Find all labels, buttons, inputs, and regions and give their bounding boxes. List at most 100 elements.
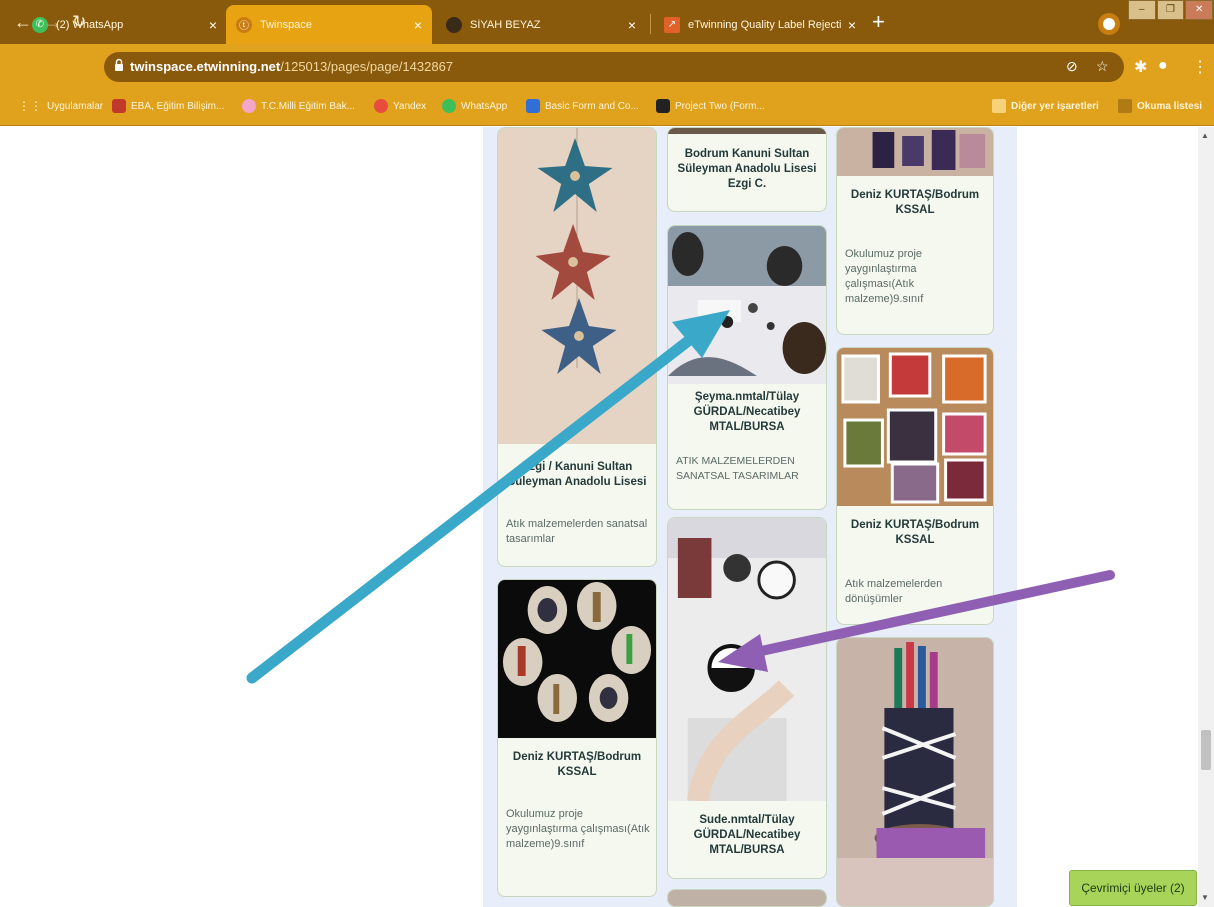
chrome-profile-icon[interactable] — [1098, 13, 1120, 35]
close-icon[interactable]: × — [414, 17, 422, 33]
maximize-icon[interactable]: ❐ — [1156, 0, 1185, 20]
close-icon[interactable]: × — [209, 17, 217, 33]
url-host: twinspace.etwinning.net — [130, 59, 281, 74]
window-controls: – ❐ ✕ — [1128, 0, 1214, 22]
card-image — [668, 226, 826, 384]
bookmark-yandex[interactable]: Yandex — [374, 99, 426, 113]
extensions-icon[interactable]: ✱ — [1134, 57, 1147, 77]
card-image — [837, 128, 993, 176]
apps-grid-icon: ⋮⋮ — [18, 99, 42, 113]
bookmark-whatsapp[interactable]: WhatsApp — [442, 99, 507, 113]
window-close-icon[interactable]: ✕ — [1185, 0, 1214, 20]
yandex-icon — [374, 99, 388, 113]
person-icon — [446, 16, 462, 33]
card-description: Okulumuz proje yaygınlaştırma çalışması(… — [845, 248, 924, 305]
bookmark-other[interactable]: Diğer yer işaretleri — [992, 99, 1099, 113]
close-icon[interactable]: × — [628, 17, 636, 33]
card-deniz-1[interactable]: Deniz KURTAŞ/Bodrum KSSAL Okulumuz proje… — [836, 127, 994, 335]
menu-icon[interactable]: ⋮ — [1192, 57, 1208, 77]
bookmark-label: Okuma listesi — [1137, 100, 1203, 112]
card-title: Deniz KURTAŞ/Bodrum KSSAL — [512, 751, 642, 778]
scroll-up-icon[interactable]: ▲ — [1201, 131, 1209, 140]
students-drawing-photo — [668, 226, 826, 384]
card-image — [498, 128, 656, 444]
card-image — [668, 518, 826, 801]
bookmark-label: Uygulamalar — [47, 100, 104, 112]
twinspace-icon: ⓣ — [236, 16, 252, 33]
chart-icon: ↗ — [664, 16, 680, 33]
minimize-icon[interactable]: – — [1128, 0, 1156, 20]
bookmark-reading-list[interactable]: Okuma listesi — [1118, 99, 1202, 113]
card-sude[interactable]: Sude.nmtal/Tülay GÜRDAL/Necatibey MTAL/B… — [667, 517, 827, 879]
bookmark-label: Project Two (Form... — [675, 100, 765, 112]
video-icon — [656, 99, 670, 113]
card-image — [498, 580, 656, 738]
vertical-scrollbar[interactable] — [1198, 127, 1214, 907]
new-tab-button[interactable]: + — [872, 11, 885, 33]
back-icon[interactable]: ← — [14, 12, 32, 32]
tab-label: eTwinning Quality Label Rejecti — [688, 18, 842, 31]
bookmark-label: T.C.Milli Eğitim Bak... — [261, 100, 355, 112]
card-deniz-2[interactable]: Deniz KURTAŞ/Bodrum KSSAL Atık malzemele… — [836, 347, 994, 625]
card-description: Atık malzemelerden dönüşümler — [845, 578, 943, 605]
card-ezgi[interactable]: Bodrum Kanuni Sultan Süleyman Anadolu Li… — [667, 127, 827, 212]
eba-icon — [112, 99, 126, 113]
tab-siyah-beyaz[interactable]: SİYAH BEYAZ × — [436, 5, 646, 44]
scroll-down-icon[interactable]: ▼ — [1201, 893, 1209, 902]
online-members-button[interactable]: Çevrimiçi üyeler (2) — [1069, 870, 1197, 906]
url-path: /125013/pages/page/1432867 — [280, 59, 454, 74]
reload-icon[interactable]: ↻ — [72, 12, 86, 32]
form-icon — [526, 99, 540, 113]
bookmark-apps[interactable]: ⋮⋮ Uygulamalar — [18, 99, 103, 113]
card-partial[interactable] — [667, 889, 827, 907]
card-pine-cones[interactable]: Deniz KURTAŞ/Bodrum KSSAL Okulumuz proje… — [497, 579, 657, 897]
tab-label: SİYAH BEYAZ — [470, 18, 541, 31]
tab-twinspace[interactable]: ⓣ Twinspace × — [226, 5, 432, 44]
bookmark-label: WhatsApp — [461, 100, 508, 112]
whatsapp-icon — [442, 99, 456, 113]
card-image — [668, 128, 826, 134]
tab-etwinning-quality[interactable]: ↗ eTwinning Quality Label Rejecti × — [654, 5, 866, 44]
scrollbar-thumb[interactable] — [1201, 730, 1211, 770]
card-starfish[interactable]: Ezgi / Kanuni Sultan Süleyman Anadolu Li… — [497, 127, 657, 567]
folder-icon — [992, 99, 1006, 113]
drawing-table-photo — [668, 518, 826, 801]
pine-cone-photo — [498, 580, 656, 738]
bookmark-label: Yandex — [393, 100, 427, 112]
bookmark-eba[interactable]: EBA, Eğitim Bilişim... — [112, 99, 224, 113]
card-title: Şeyma.nmtal/Tülay GÜRDAL/Necatibey MTAL/… — [693, 391, 801, 433]
bookmark-project-two[interactable]: Project Two (Form... — [656, 99, 765, 113]
bookmark-meb[interactable]: T.C.Milli Eğitim Bak... — [242, 99, 355, 113]
card-title: Deniz KURTAŞ/Bodrum KSSAL — [850, 519, 980, 546]
card-image — [668, 890, 826, 906]
star-icon[interactable]: ☆ — [1096, 58, 1109, 75]
card-image — [837, 348, 993, 506]
forward-icon[interactable]: → — [44, 12, 62, 32]
card-title: Bodrum Kanuni Sultan Süleyman Anadolu Li… — [677, 148, 817, 190]
card-image — [837, 638, 993, 906]
url-text[interactable]: twinspace.etwinning.net/125013/pages/pag… — [130, 59, 453, 74]
card-description: ATIK MALZEMELERDEN SANATSAL TASARIMLAR — [676, 455, 799, 482]
meb-icon — [242, 99, 256, 113]
lock-icon[interactable] — [114, 58, 124, 72]
card-title: Sude.nmtal/Tülay GÜRDAL/Necatibey MTAL/B… — [693, 814, 801, 856]
card-title: Deniz KURTAŞ/Bodrum KSSAL — [850, 189, 980, 216]
pen-holder-photo — [837, 638, 993, 906]
card-description: Atık malzemelerden sanatsal tasarımlar — [506, 518, 648, 545]
bookmark-label: EBA, Eğitim Bilişim... — [131, 100, 225, 112]
card-pen-holder[interactable] — [836, 637, 994, 907]
tab-label: Twinspace — [260, 18, 312, 31]
card-seyma[interactable]: Şeyma.nmtal/Tülay GÜRDAL/Necatibey MTAL/… — [667, 225, 827, 510]
close-icon[interactable]: × — [848, 17, 856, 33]
card-description: Okulumuz proje yaygınlaştırma çalışması(… — [506, 808, 650, 850]
bookmark-label: Basic Form and Co... — [545, 100, 639, 112]
card-title: Ezgi / Kanuni Sultan Süleyman Anadolu Li… — [507, 461, 647, 488]
avatar[interactable]: ● — [1158, 57, 1168, 75]
bookmark-basic-form[interactable]: Basic Form and Co... — [526, 99, 639, 113]
starfish-photo — [498, 128, 656, 444]
tab-separator — [650, 14, 651, 34]
collage-photo — [837, 348, 993, 506]
bookmark-label: Diğer yer işaretleri — [1011, 100, 1099, 112]
collage-photo — [837, 128, 993, 176]
translate-icon[interactable]: ⊘ — [1066, 58, 1078, 75]
